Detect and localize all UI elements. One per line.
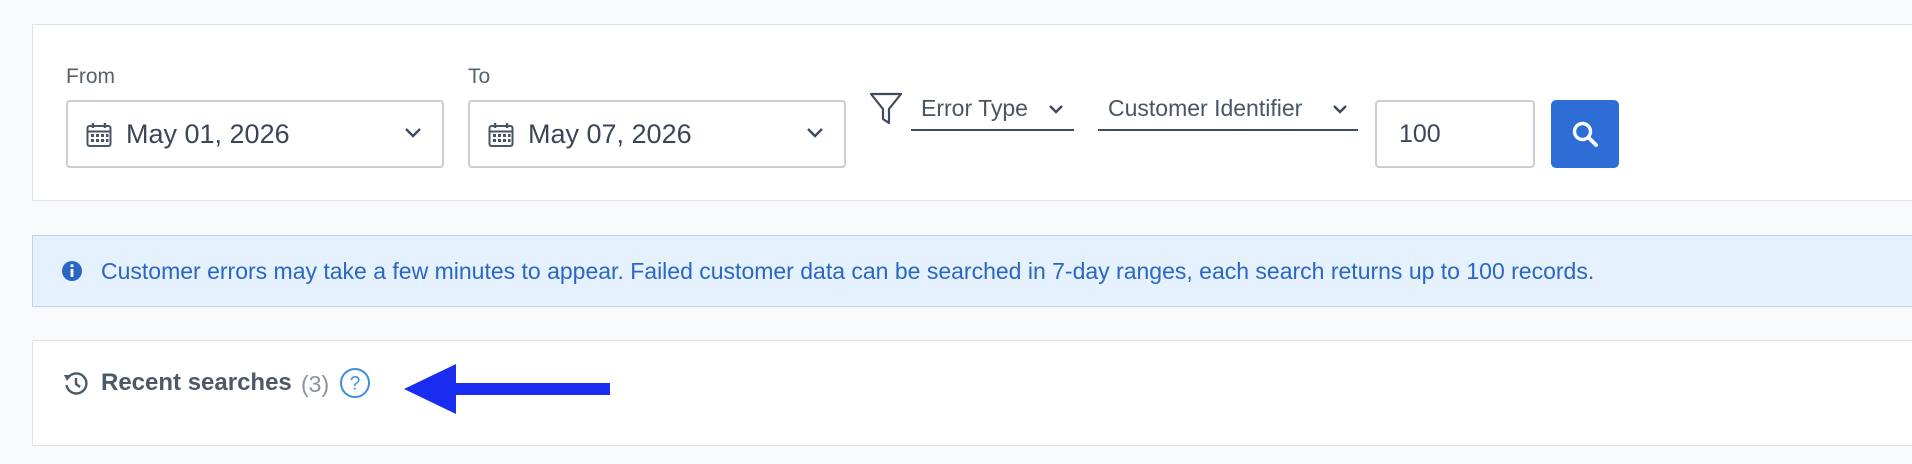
chevron-down-icon — [404, 126, 422, 145]
search-filter-panel: From May 01, 2026 To May 07, 2026 Error … — [32, 24, 1912, 201]
error-type-select[interactable]: Error Type — [911, 91, 1074, 131]
from-date-value: May 01, 2026 — [126, 119, 290, 149]
svg-text:?: ? — [350, 374, 361, 395]
to-date-select[interactable]: May 07, 2026 — [468, 100, 846, 168]
customer-identifier-label: Customer Identifier — [1108, 95, 1303, 121]
customer-identifier-select[interactable]: Customer Identifier — [1098, 91, 1358, 131]
from-label: From — [66, 65, 115, 88]
info-message: Customer errors may take a few minutes t… — [101, 258, 1595, 284]
chevron-down-icon — [1332, 103, 1348, 121]
recent-searches-count: (3) — [301, 371, 330, 397]
chevron-down-icon — [806, 126, 824, 145]
annotation-arrow — [404, 364, 610, 414]
recent-searches-title[interactable]: Recent searches — [101, 369, 292, 397]
info-banner: Customer errors may take a few minutes t… — [32, 235, 1912, 307]
filter-icon — [869, 91, 903, 132]
search-button[interactable] — [1551, 100, 1619, 168]
calendar-icon — [488, 122, 514, 153]
from-date-select[interactable]: May 01, 2026 — [66, 100, 444, 168]
record-limit-input[interactable] — [1375, 100, 1535, 168]
recent-searches-panel: Recent searches (3) ? — [32, 340, 1912, 446]
to-date-value: May 07, 2026 — [528, 119, 692, 149]
to-label: To — [468, 65, 491, 88]
history-icon — [63, 371, 89, 402]
help-icon[interactable]: ? — [339, 367, 371, 404]
error-type-label: Error Type — [921, 95, 1028, 121]
calendar-icon — [86, 122, 112, 153]
info-icon — [61, 260, 83, 287]
chevron-down-icon — [1048, 103, 1064, 121]
